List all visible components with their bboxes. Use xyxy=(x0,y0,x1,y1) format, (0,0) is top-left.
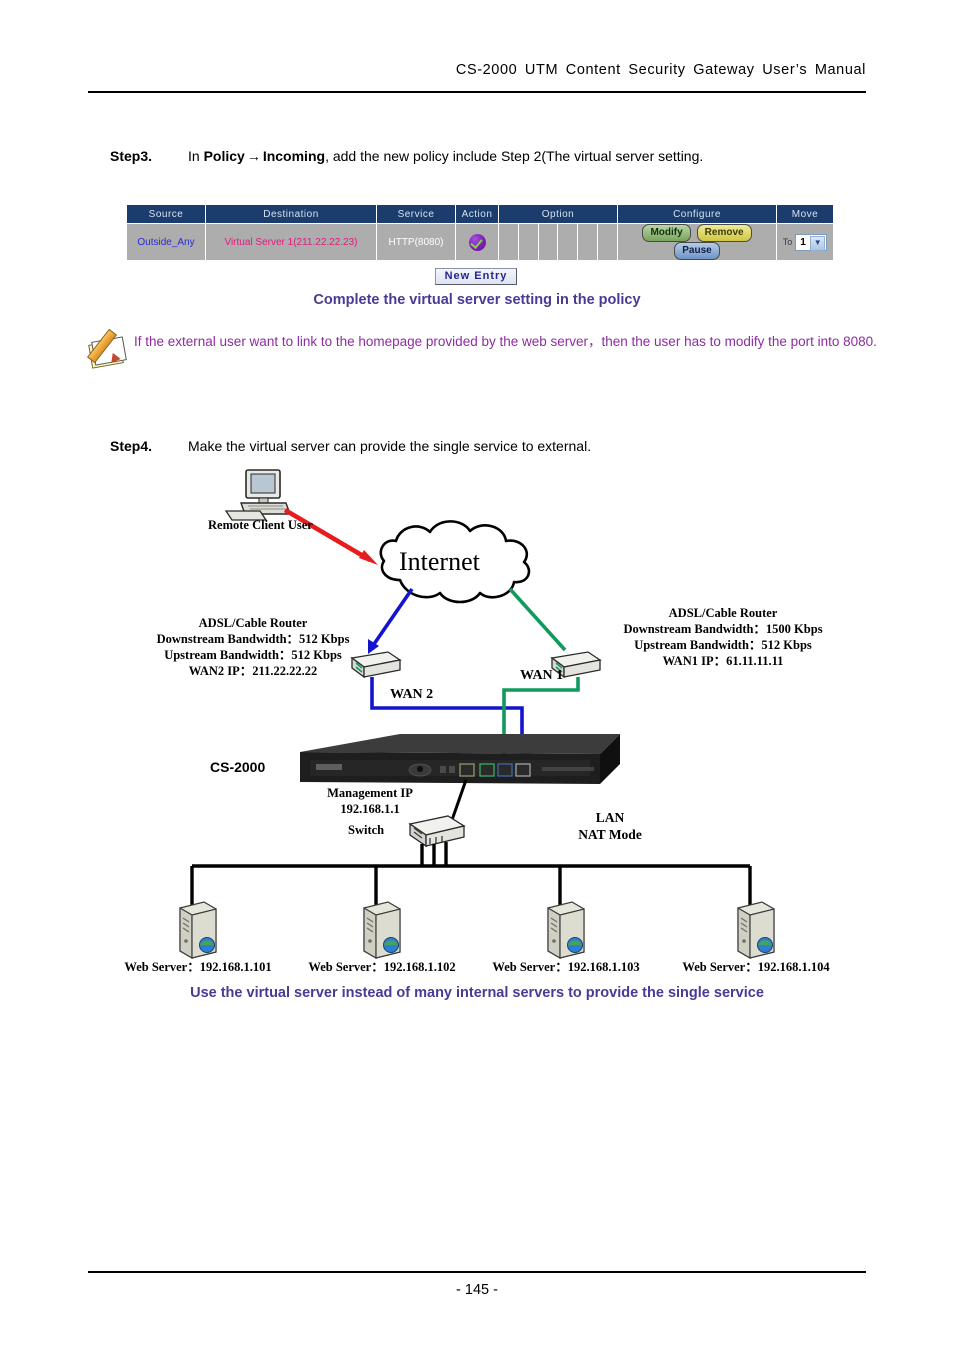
page-number: - 145 - xyxy=(456,1282,498,1298)
column-header-source: Source xyxy=(126,204,206,224)
column-header-configure: Configure xyxy=(617,204,777,224)
step4-instruction: Step4. Make the virtual server can provid… xyxy=(110,436,870,456)
wan1-internet-link xyxy=(508,587,567,652)
cell-source[interactable]: Outside_Any xyxy=(126,223,206,261)
web-server-icon-1 xyxy=(179,901,217,960)
step3-label: Step3. xyxy=(110,148,153,164)
cell-service: HTTP(8080) xyxy=(376,223,456,261)
step4-label: Step4. xyxy=(110,438,153,454)
router-right-wan-ip: WAN1 IP：61.11.11.11 xyxy=(662,654,784,668)
new-entry-row: New Entry xyxy=(126,266,826,285)
note-block: If the external user want to link to the… xyxy=(86,328,878,369)
footer-divider xyxy=(88,1271,866,1273)
table-row: Outside_Any Virtual Server 1(211.22.22.2… xyxy=(126,223,834,261)
cs2000-appliance-icon xyxy=(300,734,620,784)
management-ip-label: Management IP xyxy=(327,786,413,800)
policy-table: Source Destination Service Action Option… xyxy=(126,204,834,261)
page-header-title: CS-2000 UTM Content Security Gateway Use… xyxy=(455,62,866,78)
lan-bus-cabling xyxy=(190,842,752,906)
router-left-upstream: Upstream Bandwidth：512 Kbps xyxy=(164,648,342,662)
lan-label-line1: LAN xyxy=(595,810,625,825)
pause-button[interactable]: Pause xyxy=(674,242,720,260)
cell-option-3 xyxy=(537,223,559,261)
web-server-label-3: Web Server：192.168.1.103 xyxy=(492,960,640,974)
remote-client-icon xyxy=(224,469,291,521)
move-position-value: 1 xyxy=(800,236,806,248)
cell-destination[interactable]: Virtual Server 1(211.22.22.23) xyxy=(205,223,377,261)
router-right-downstream: Downstream Bandwidth：1500 Kbps xyxy=(623,622,823,636)
switch-label: Switch xyxy=(348,823,385,837)
lan-label-line2: NAT Mode xyxy=(578,827,642,842)
step3-instruction: Step3. In Policy → Incoming, add the new po… xyxy=(110,146,870,166)
router-left-title: ADSL/Cable Router xyxy=(198,616,308,630)
header-divider xyxy=(88,91,866,93)
column-header-option: Option xyxy=(498,204,618,224)
policy-figure-caption: Complete the virtual server setting in t… xyxy=(313,292,641,308)
manual-page: CS-2000 UTM Content Security Gateway Use… xyxy=(0,0,954,1350)
step3-arrow-icon: → xyxy=(246,148,261,164)
move-position-select[interactable]: 1 ▼ xyxy=(795,233,828,251)
internet-label: Internet xyxy=(399,547,480,576)
wan2-internet-link xyxy=(368,587,414,654)
cell-configure: Modify RemovePause xyxy=(617,223,777,261)
wan1-label: WAN 1 xyxy=(520,668,564,683)
step3-bold-policy: Policy xyxy=(203,148,245,164)
web-server-label-2: Web Server：192.168.1.102 xyxy=(308,960,456,974)
web-server-icon-2 xyxy=(363,901,401,960)
cell-option-5 xyxy=(577,223,599,261)
cell-option-4 xyxy=(557,223,579,261)
web-server-icon-3 xyxy=(547,901,585,960)
network-topology-diagram: Remote Client User Internet ADSL/Cable R… xyxy=(100,462,860,982)
router-right-upstream: Upstream Bandwidth：512 Kbps xyxy=(634,638,812,652)
router-left-wan-ip: WAN2 IP：211.22.22.22 xyxy=(188,664,318,678)
step3-text-before: In xyxy=(188,148,204,164)
column-header-service: Service xyxy=(376,204,456,224)
step4-text: Make the virtual server can provide the … xyxy=(188,438,592,454)
modify-button[interactable]: Modify xyxy=(642,224,691,242)
permit-check-icon xyxy=(468,233,486,251)
chevron-down-icon[interactable]: ▼ xyxy=(810,235,826,251)
web-server-label-4: Web Server：192.168.1.104 xyxy=(682,960,830,974)
step3-text-after: , add the new policy include Step 2(The … xyxy=(325,148,704,164)
remote-client-label: Remote Client User xyxy=(208,518,313,532)
column-header-destination: Destination xyxy=(205,204,377,224)
management-ip-value: 192.168.1.1 xyxy=(340,802,400,816)
note-text: If the external user want to link to the… xyxy=(134,334,877,349)
cell-option-1 xyxy=(498,223,519,261)
switch-icon xyxy=(408,815,466,848)
router-right-title: ADSL/Cable Router xyxy=(668,606,778,620)
wan2-label: WAN 2 xyxy=(390,687,434,702)
cell-move: To 1 ▼ xyxy=(776,223,834,261)
router-left-downstream: Downstream Bandwidth：512 Kbps xyxy=(156,632,350,646)
new-entry-button[interactable]: New Entry xyxy=(434,268,518,285)
column-header-action: Action xyxy=(455,204,499,224)
remove-button[interactable]: Remove xyxy=(696,224,752,242)
web-server-label-1: Web Server：192.168.1.101 xyxy=(124,960,272,974)
cell-option-6 xyxy=(597,223,618,261)
cell-action xyxy=(455,223,499,261)
step3-bold-incoming: Incoming xyxy=(262,148,326,164)
cs2000-label: CS-2000 xyxy=(210,759,266,775)
topology-svg xyxy=(179,469,775,960)
policy-table-screenshot: Source Destination Service Action Option… xyxy=(126,204,834,261)
pencil-notepad-icon xyxy=(86,328,132,369)
web-server-icon-4 xyxy=(737,901,775,960)
policy-table-header-row: Source Destination Service Action Option… xyxy=(126,204,834,224)
move-to-label: To xyxy=(782,237,793,247)
cell-option-2 xyxy=(517,223,539,261)
diagram-figure-caption: Use the virtual server instead of many i… xyxy=(190,985,764,1001)
column-header-move: Move xyxy=(776,204,834,224)
